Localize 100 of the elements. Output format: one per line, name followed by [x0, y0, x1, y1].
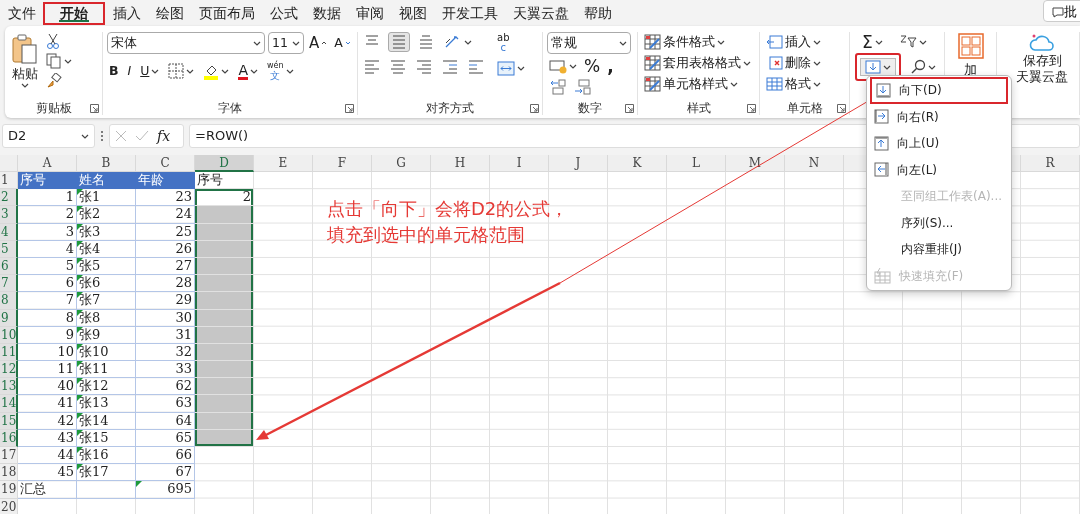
save-to-cloud-button[interactable]: 保存到 天翼云盘	[1014, 32, 1070, 115]
caret-icon[interactable]	[292, 40, 300, 46]
caret-icon[interactable]	[619, 40, 627, 46]
font-size-field[interactable]: 11	[268, 32, 304, 54]
caret-icon[interactable]	[813, 81, 821, 87]
ribbon-tab[interactable]: 视图	[391, 3, 434, 23]
caret-icon[interactable]	[253, 40, 261, 46]
menu-item[interactable]: 内容重排(J)	[870, 236, 1008, 263]
column-header[interactable]: K	[608, 155, 667, 172]
row-header[interactable]: 2	[0, 189, 18, 207]
column-header[interactable]: H	[431, 155, 490, 172]
decrease-indent-button[interactable]	[440, 58, 460, 76]
column-header[interactable]: A	[18, 155, 77, 172]
caret-icon[interactable]	[928, 64, 936, 70]
underline-button[interactable]: U	[138, 61, 162, 81]
row-header[interactable]: 19	[0, 481, 18, 499]
row-header[interactable]: 8	[0, 292, 18, 310]
caret-icon[interactable]	[569, 63, 577, 69]
caret-icon[interactable]	[64, 58, 72, 64]
ribbon-tab[interactable]: 页面布局	[191, 3, 262, 23]
decrease-decimal-button[interactable]	[572, 78, 594, 96]
delete-cells-button[interactable]: 删除	[764, 53, 844, 73]
caret-icon[interactable]	[285, 68, 294, 74]
caret-icon[interactable]	[21, 83, 29, 88]
insert-cells-button[interactable]: 插入	[764, 32, 844, 52]
align-left-button[interactable]	[362, 58, 382, 76]
dialog-launcher-icon[interactable]	[530, 104, 539, 113]
cell-styles-button[interactable]: 单元格样式	[642, 74, 755, 94]
comment-button[interactable]: 批	[1043, 0, 1080, 22]
align-right-button[interactable]	[414, 58, 434, 76]
caret-icon[interactable]	[743, 60, 751, 66]
row-header[interactable]: 7	[0, 275, 18, 293]
column-header[interactable]: F	[313, 155, 372, 172]
insert-function-button[interactable]: fx	[157, 125, 171, 147]
format-cells-button[interactable]: 格式	[764, 74, 845, 94]
caret-icon[interactable]	[151, 68, 160, 74]
ribbon-tab[interactable]: 插入	[105, 3, 148, 23]
column-header[interactable]: G	[372, 155, 431, 172]
number-format-field[interactable]: 常规	[547, 32, 631, 54]
ribbon-tab[interactable]: 开始	[43, 1, 105, 25]
shrink-font-button[interactable]: A	[332, 33, 353, 53]
ribbon-tab[interactable]: 数据	[305, 3, 348, 23]
grow-font-button[interactable]: A	[307, 33, 330, 53]
percent-button[interactable]: %	[582, 56, 603, 76]
row-header[interactable]: 17	[0, 447, 18, 465]
autosum-button[interactable]: Σ	[860, 32, 885, 52]
caret-icon[interactable]	[186, 68, 195, 74]
column-header[interactable]: B	[77, 155, 136, 172]
ribbon-tab[interactable]: 公式	[262, 3, 305, 23]
format-as-table-button[interactable]: 套用表格格式	[642, 53, 755, 73]
name-box[interactable]: D2	[2, 124, 95, 148]
ribbon-tab[interactable]: 文件	[0, 3, 43, 23]
column-header[interactable]: L	[667, 155, 726, 172]
ribbon-tab[interactable]: 天翼云盘	[505, 3, 576, 23]
caret-icon[interactable]	[221, 68, 230, 74]
row-header[interactable]: 13	[0, 378, 18, 396]
ribbon-tab[interactable]: 审阅	[348, 3, 391, 23]
column-header[interactable]: D	[195, 155, 254, 172]
dialog-launcher-icon[interactable]	[747, 104, 756, 113]
font-name-field[interactable]: 宋体	[107, 32, 265, 54]
font-color-button[interactable]: A	[236, 61, 260, 81]
conditional-formatting-button[interactable]: 条件格式	[642, 32, 755, 52]
caret-icon[interactable]	[517, 66, 525, 71]
add-ins-button[interactable]: 加	[955, 32, 986, 80]
column-header[interactable]: R	[1021, 155, 1080, 172]
column-header[interactable]: M	[726, 155, 785, 172]
bold-button[interactable]: B	[107, 61, 121, 81]
caret-icon[interactable]	[464, 39, 472, 45]
column-header[interactable]: I	[490, 155, 549, 172]
dialog-launcher-icon[interactable]	[345, 104, 354, 113]
caret-icon[interactable]	[883, 64, 891, 70]
ribbon-tab[interactable]: 开发工具	[434, 3, 505, 23]
comma-style-button[interactable]: ,	[605, 56, 616, 76]
caret-icon[interactable]	[874, 39, 883, 45]
row-header[interactable]: 1	[0, 172, 18, 190]
merge-center-button[interactable]	[495, 60, 527, 77]
dialog-launcher-icon[interactable]	[90, 104, 99, 113]
column-header[interactable]: E	[254, 155, 313, 172]
menu-item[interactable]: 序列(S)...	[870, 209, 1008, 236]
caret-icon[interactable]	[249, 68, 258, 74]
menu-item[interactable]: 向下(D)	[870, 77, 1008, 104]
menu-item[interactable]: 向左(L)	[870, 156, 1008, 183]
caret-icon[interactable]	[918, 39, 927, 45]
column-header[interactable]: C	[136, 155, 195, 172]
dialog-launcher-icon[interactable]	[837, 104, 846, 113]
wrap-text-button[interactable]: ab c	[495, 32, 527, 54]
row-header[interactable]: 14	[0, 395, 18, 413]
dialog-launcher-icon[interactable]	[625, 104, 634, 113]
increase-indent-button[interactable]	[466, 58, 486, 76]
column-header[interactable]: J	[549, 155, 608, 172]
ribbon-tab[interactable]: 绘图	[148, 3, 191, 23]
column-header[interactable]: N	[785, 155, 844, 172]
caret-icon[interactable]	[813, 39, 821, 45]
phonetic-button[interactable]: wén 文	[264, 60, 296, 82]
caret-icon[interactable]	[813, 60, 821, 66]
row-header[interactable]: 12	[0, 361, 18, 379]
paste-button[interactable]: 粘贴	[9, 32, 41, 101]
italic-button[interactable]: I	[125, 61, 134, 81]
row-header[interactable]: 18	[0, 464, 18, 482]
align-center-button[interactable]	[388, 58, 408, 76]
